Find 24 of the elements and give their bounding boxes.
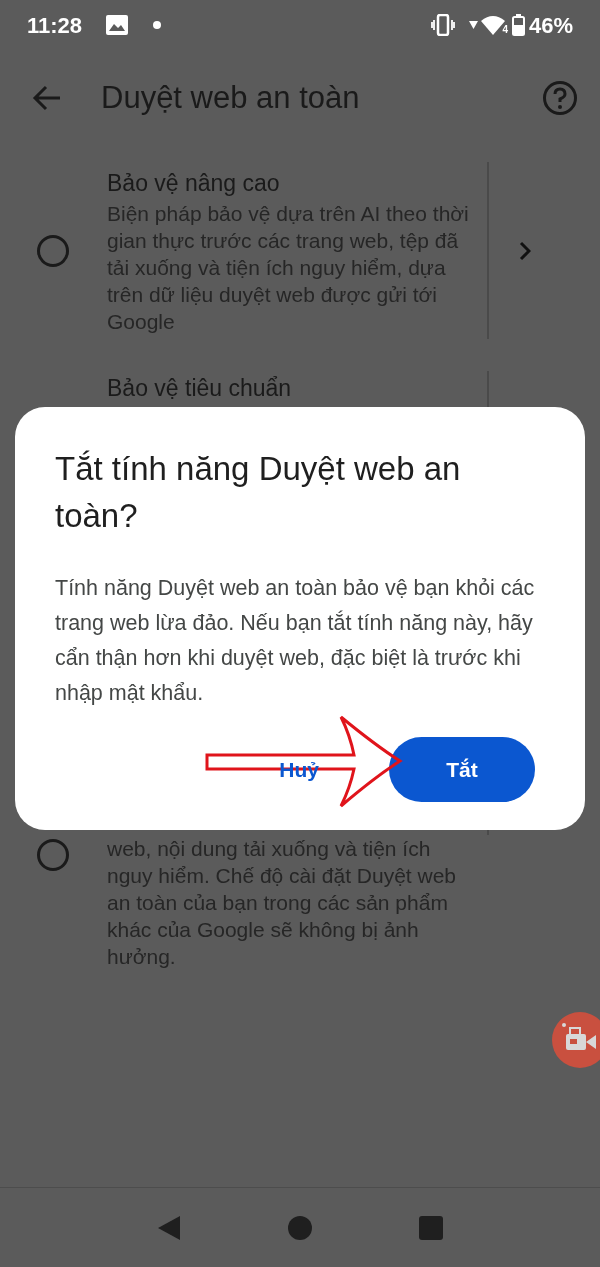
screen-recorder-bubble[interactable] — [552, 1012, 600, 1068]
battery-percent: 46% — [528, 11, 573, 40]
nav-recents-icon[interactable] — [418, 1214, 444, 1241]
option-title: Bảo vệ tiêu chuẩn — [107, 374, 293, 403]
help-icon[interactable] — [542, 80, 578, 116]
status-time: 11:28 — [27, 11, 83, 40]
vibrate-icon — [431, 14, 456, 36]
dialog-message: Tính năng Duyệt web an toàn bảo vệ bạn khỏi các trang web lừa đảo. Nếu bạn tắt tính năng này, hãy cẩn thận hơn khi duyệt web, đặc biệt là trước khi nhập mật khẩu. — [55, 575, 536, 707]
nav-home-icon[interactable] — [287, 1214, 313, 1241]
radio-button[interactable] — [37, 839, 69, 871]
nav-back-icon[interactable] — [156, 1213, 182, 1242]
wifi-level-label: 4 — [502, 25, 508, 35]
dialog-title: Tắt tính năng Duyệt web an toàn? — [55, 449, 462, 536]
wifi-icon — [481, 15, 506, 35]
page-title: Duyệt web an toàn — [101, 78, 361, 117]
chevron-right-icon[interactable] — [519, 240, 531, 261]
signal-triangle-icon — [469, 21, 479, 29]
battery-icon — [511, 14, 525, 36]
radio-button[interactable] — [37, 234, 69, 267]
confirm-button[interactable]: Tắt — [389, 737, 535, 802]
back-arrow-icon[interactable] — [32, 85, 62, 111]
option-title: Bảo vệ nâng cao — [107, 169, 281, 198]
image-icon — [106, 15, 129, 35]
dot-icon — [153, 21, 162, 29]
